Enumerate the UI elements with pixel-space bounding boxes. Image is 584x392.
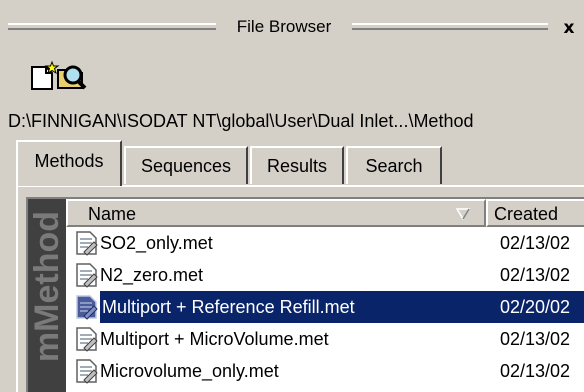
method-file-icon	[76, 263, 98, 288]
file-name: Multiport + Reference Refill.met	[100, 291, 500, 323]
file-name: Microvolume_only.met	[100, 361, 279, 381]
file-name: N2_zero.met	[100, 265, 204, 285]
close-button[interactable]: x	[558, 18, 580, 38]
table-row-selected[interactable]: Multiport + Reference Refill.met 02/20/0…	[66, 291, 584, 323]
file-created: 02/20/02	[486, 291, 584, 323]
table-row[interactable]: SO2_only.met 02/13/02	[66, 227, 584, 259]
vertical-banner: mMethod	[28, 199, 66, 392]
method-file-icon	[76, 295, 98, 320]
table-row[interactable]: Multiport + MicroVolume.met 02/13/02	[66, 323, 584, 355]
window-title: File Browser	[236, 17, 332, 36]
column-header-name[interactable]: Name	[66, 199, 486, 227]
file-created: 02/13/02	[500, 361, 571, 381]
title-bar: File Browser x	[0, 0, 584, 40]
file-name: Multiport + MicroVolume.met	[100, 329, 329, 349]
file-created: 02/13/02	[500, 265, 571, 285]
file-name: SO2_only.met	[100, 233, 213, 253]
tab-results[interactable]: Results	[250, 146, 344, 184]
list-header: Name Created	[66, 199, 584, 227]
banner-text: mMethod	[28, 211, 66, 363]
title-grip-right[interactable]	[352, 23, 548, 30]
sort-arrow-icon	[456, 208, 470, 220]
tab-strip: Methods Sequences Results Search	[0, 140, 584, 186]
tab-search[interactable]: Search	[346, 146, 442, 184]
file-created: 02/13/02	[500, 329, 571, 349]
find-button[interactable]	[56, 60, 88, 92]
column-header-name-label: Name	[88, 204, 137, 224]
method-file-icon	[76, 359, 98, 384]
file-list[interactable]: mMethod Name Created SO2_only.met 02/13/…	[26, 197, 584, 392]
method-file-icon	[76, 231, 98, 256]
find-icon	[57, 65, 87, 90]
column-header-created[interactable]: Created	[486, 199, 584, 227]
title-grip-left[interactable]	[8, 23, 216, 30]
tab-sequences[interactable]: Sequences	[124, 146, 248, 184]
column-header-created-label: Created	[494, 204, 559, 224]
methods-panel: mMethod Name Created SO2_only.met 02/13/…	[16, 185, 584, 392]
file-created: 02/13/02	[500, 233, 571, 253]
method-file-icon	[76, 327, 98, 352]
table-row[interactable]: Microvolume_only.met 02/13/02	[66, 355, 584, 387]
tab-methods[interactable]: Methods	[16, 140, 122, 186]
table-row[interactable]: N2_zero.met 02/13/02	[66, 259, 584, 291]
path-display: D:\FINNIGAN\ISODAT NT\global\User\Dual I…	[8, 111, 474, 131]
